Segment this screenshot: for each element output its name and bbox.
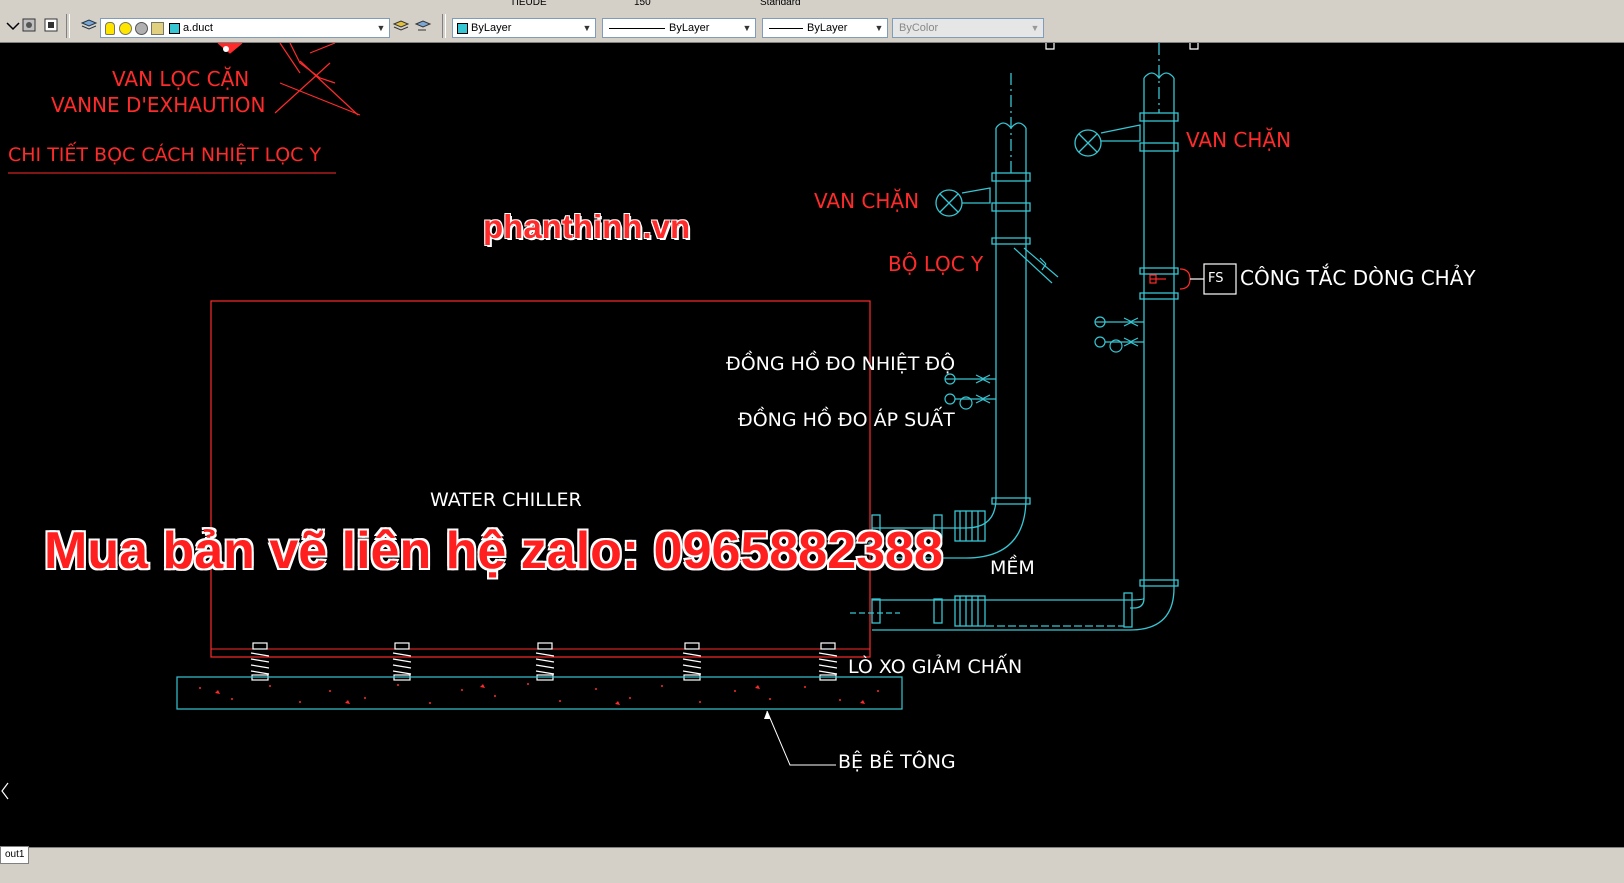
table-style-combo[interactable]: Standard (760, 0, 801, 8)
detail-title: CHI TIẾT BỌC CÁCH NHIỆT LỌC Y (8, 144, 322, 166)
lineweight-control-value: ByLayer (807, 22, 848, 34)
supply-pipe (850, 73, 1031, 559)
make-object-layer-current-icon[interactable] (392, 16, 410, 34)
layers-properties-toolbar: a.duct ▼ ByLayer ▼ ByLayer ▼ ByLayer ▼ B… (0, 10, 1624, 43)
chevron-left-icon (1, 782, 9, 800)
valve-label-fr: VANNE D'EXHAUTION (51, 93, 266, 117)
chevron-down-icon: ▼ (582, 23, 592, 33)
concrete-base (176, 676, 903, 710)
shutoff-valve-left (935, 187, 991, 217)
chevron-down-icon: ▼ (376, 23, 386, 33)
watermark-site: phanthinh.vn (483, 208, 691, 245)
linetype-control-dropdown[interactable]: ByLayer ▼ (602, 18, 756, 38)
lock-icon (151, 22, 164, 35)
section-markers (1045, 43, 1199, 50)
layer-previous-button-icon[interactable] (414, 16, 432, 34)
tab-layout1[interactable]: out1 (0, 846, 30, 864)
leader-line (766, 710, 836, 766)
y-strainer (1013, 247, 1059, 284)
lineweight-preview (769, 28, 803, 29)
label-flex-joint: MỀM (990, 557, 1035, 579)
toolbar-separator (442, 14, 446, 38)
label-pressure-gauge: ĐỒNG HỒ ĐO ÁP SUẤT (738, 409, 955, 431)
label-concrete-base: BỆ BÊ TÔNG (838, 751, 956, 773)
linetype-preview (609, 28, 665, 29)
gauges-right (1094, 316, 1144, 353)
flow-switch-tag: FS (1208, 271, 1224, 286)
layer-manager-icon[interactable] (80, 16, 98, 34)
freeze-icon (135, 22, 148, 35)
toolbar-separator (66, 14, 70, 38)
concrete-hatch (199, 683, 879, 705)
lightbulb-icon (105, 22, 115, 35)
layer-previous-icon[interactable] (42, 16, 60, 34)
dim-style-combo[interactable]: 150 (634, 0, 651, 8)
sun-icon (119, 22, 132, 35)
label-y-filter: BỘ LỌC Y (888, 252, 984, 276)
watermark-contact: Mua bản vẽ liên hệ zalo: 0965882388 (44, 522, 943, 580)
current-layer-name: a.duct (183, 22, 213, 34)
chevron-down-icon: ▼ (874, 23, 884, 33)
label-flow-switch: CÔNG TẮC DÒNG CHẢY (1240, 266, 1476, 290)
color-swatch (457, 23, 468, 34)
chevron-down-icon: ▼ (742, 23, 752, 33)
plotstyle-control-dropdown: ByColor ▼ (892, 18, 1044, 38)
label-chiller: WATER CHILLER (430, 489, 582, 511)
plotstyle-control-value: ByColor (899, 22, 939, 34)
linetype-control-value: ByLayer (669, 22, 710, 34)
label-van-chan-left: VAN CHẶN (814, 189, 920, 213)
label-thermometer: ĐỒNG HỒ ĐO NHIỆT ĐỘ (726, 353, 956, 375)
valve-label-vn: VAN LỌC CẶN (112, 67, 250, 91)
label-spring-isolator: LÒ XO GIẢM CHẤN (848, 656, 1023, 678)
text-style-combo[interactable]: TIEUDE (510, 0, 547, 8)
label-van-chan-right: VAN CHẶN (1186, 128, 1292, 152)
shutoff-valve-right (1074, 124, 1141, 157)
gauges-left (944, 373, 996, 410)
layer-state-icon[interactable] (20, 16, 38, 34)
chevron-down-icon: ▼ (1030, 23, 1040, 33)
lineweight-control-dropdown[interactable]: ByLayer ▼ (762, 18, 888, 38)
layout-tab-bar: out1 (0, 846, 1624, 883)
layer-control-dropdown[interactable]: a.duct ▼ (100, 18, 390, 38)
layer-color-swatch (169, 23, 180, 34)
color-control-value: ByLayer (471, 22, 512, 34)
drawing-canvas[interactable]: VAN LỌC CẶN VANNE D'EXHAUTION CHI TIẾT B… (0, 43, 1624, 847)
color-control-dropdown[interactable]: ByLayer ▼ (452, 18, 596, 38)
